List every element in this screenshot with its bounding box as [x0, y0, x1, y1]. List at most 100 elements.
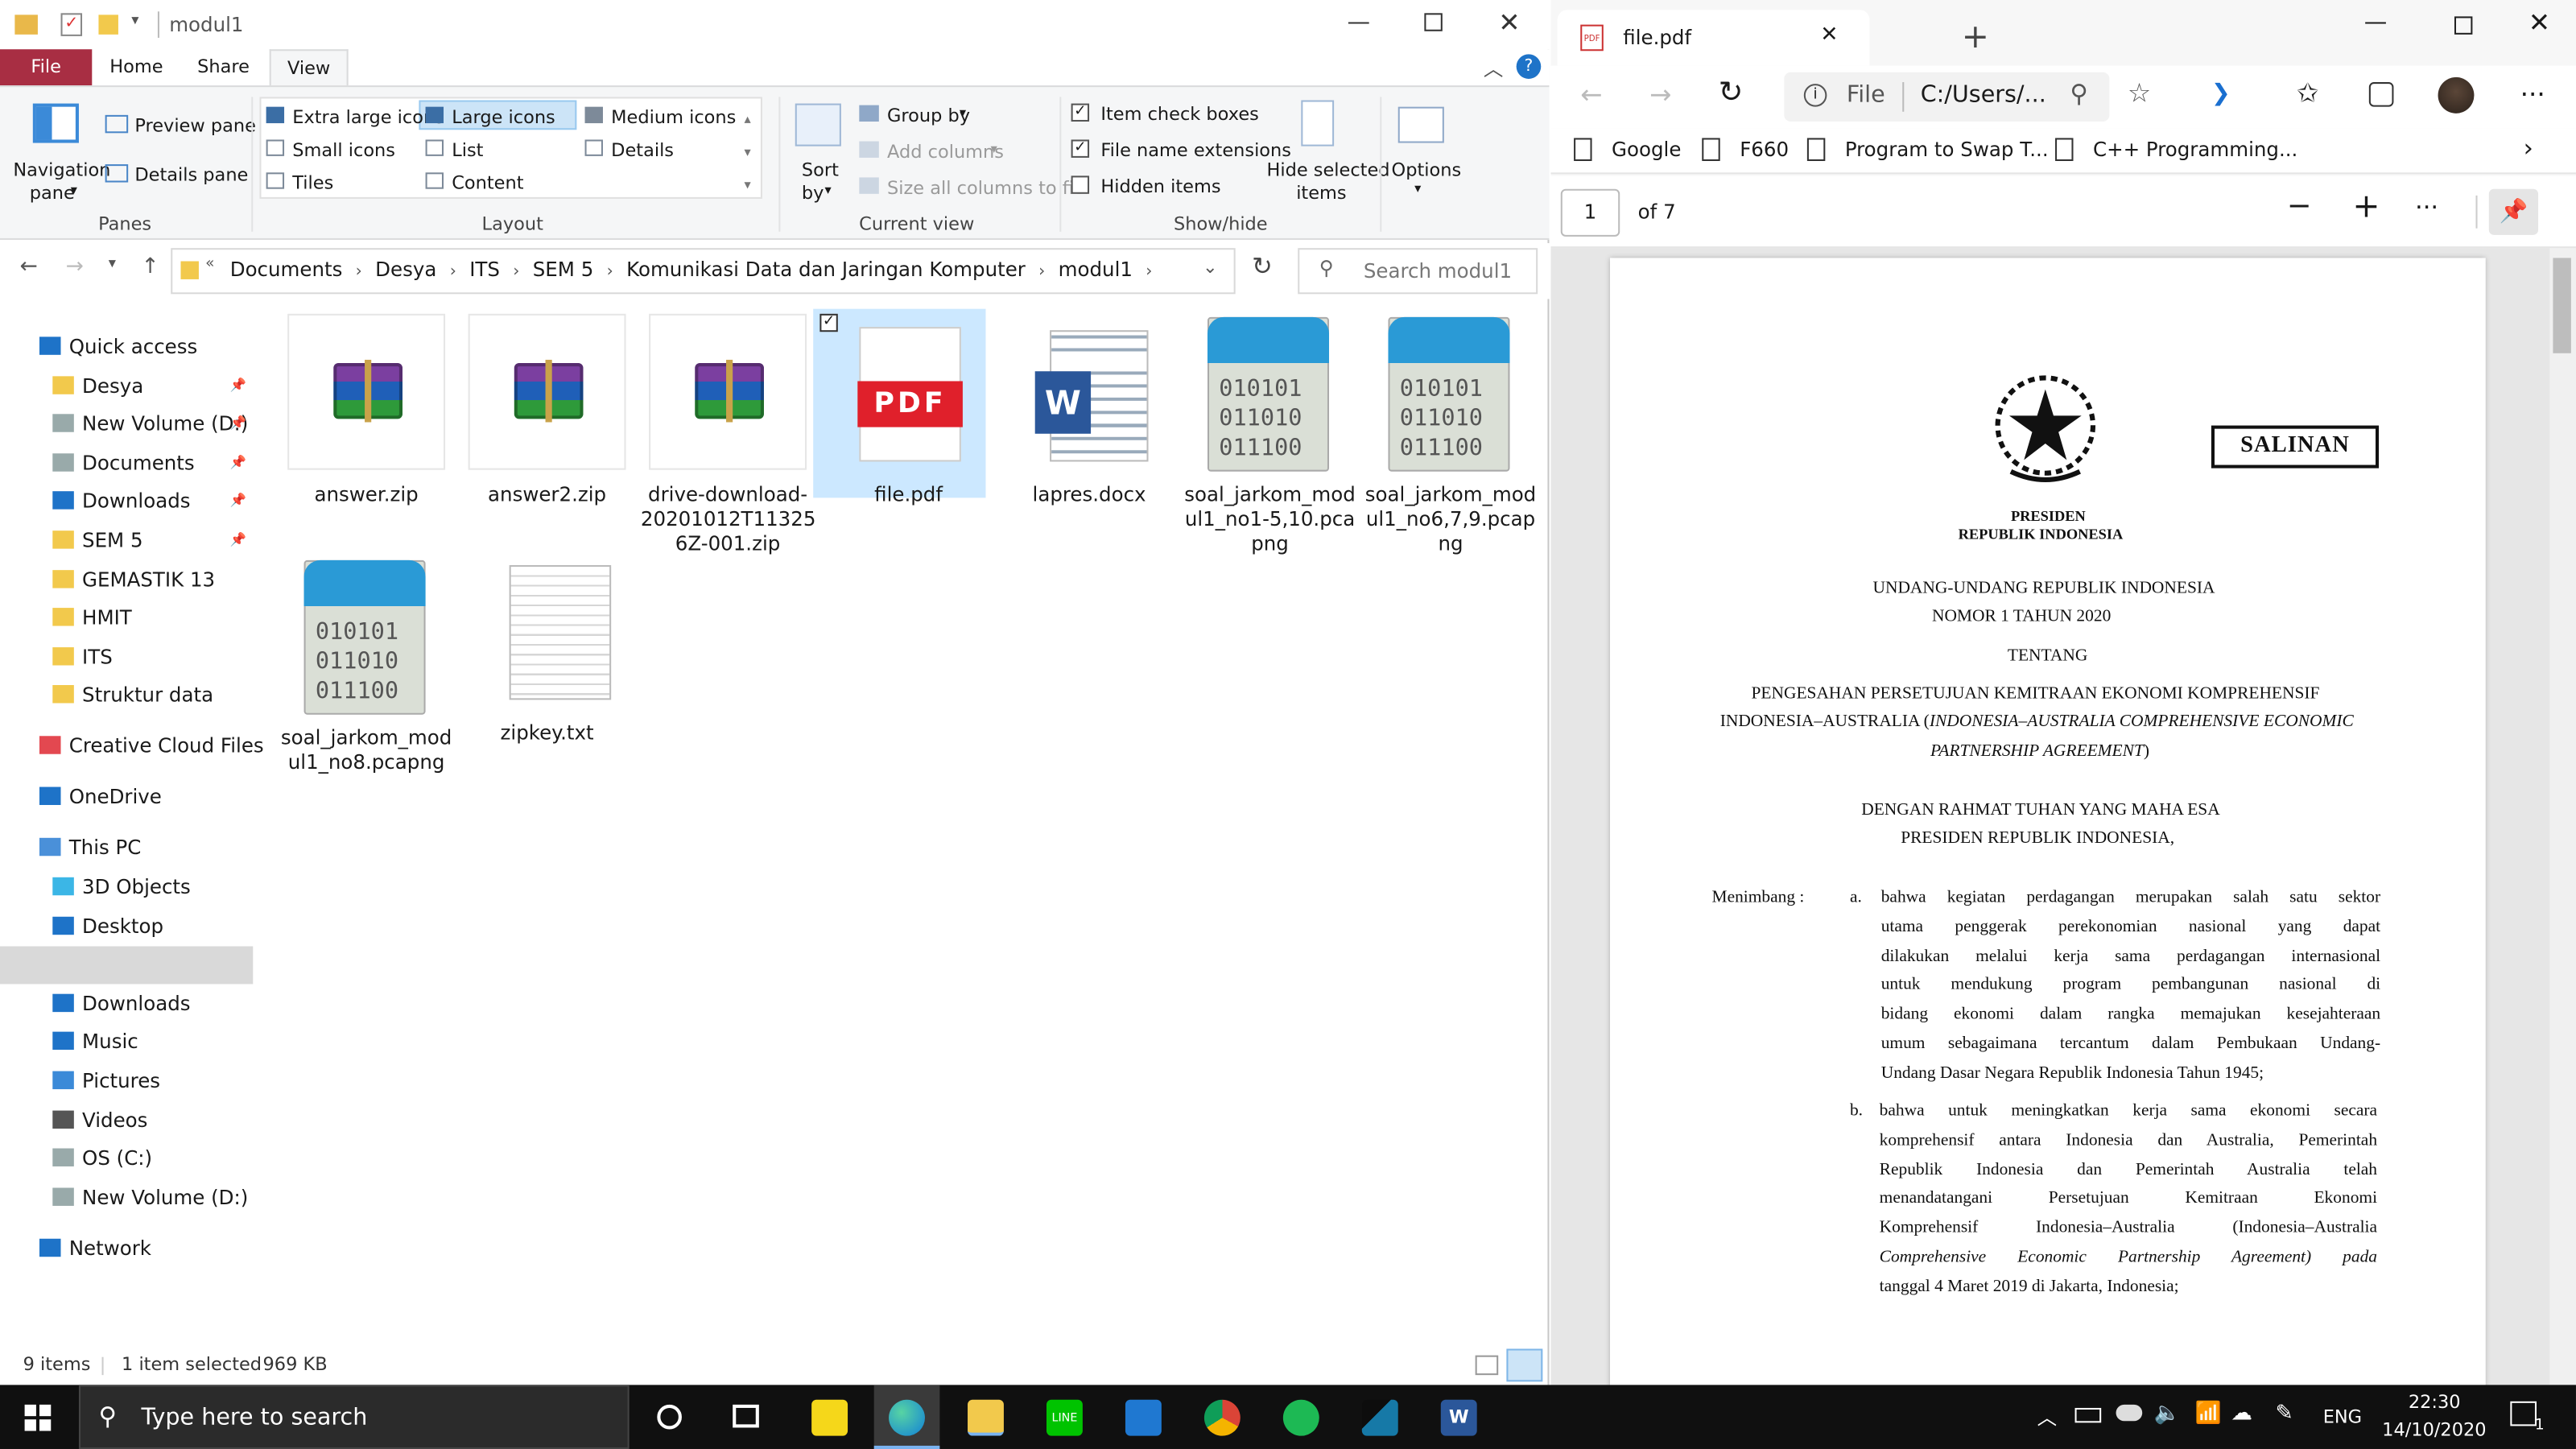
layout-content[interactable]: Content	[452, 172, 523, 194]
group-by-dropdown-icon[interactable]: ▾	[960, 105, 966, 120]
sort-dropdown-icon[interactable]: ▾	[824, 183, 831, 197]
collections-icon[interactable]	[2368, 82, 2394, 107]
favorite-google[interactable]: Google	[1612, 138, 1681, 161]
nav-quick-item[interactable]: Desya 📌	[0, 367, 246, 403]
back-button[interactable]: ←	[19, 254, 37, 279]
nav-pc-item[interactable]: Pictures	[0, 1063, 246, 1099]
nav-pc-item[interactable]: New Volume (D:)	[0, 1179, 248, 1216]
nav-pc-item[interactable]: 3D Objects	[0, 869, 246, 906]
address-dropdown-icon[interactable]: ⌄	[1203, 256, 1218, 278]
chevron-right-icon[interactable]: ›	[607, 263, 613, 281]
onedrive-tray-icon[interactable]	[2116, 1404, 2143, 1422]
nav-quick-access[interactable]: Quick access	[0, 328, 246, 365]
zoom-in-button[interactable]: +	[2352, 186, 2380, 225]
profile-avatar[interactable]	[2438, 76, 2475, 114]
tab-view[interactable]: View	[269, 49, 349, 88]
nav-quick-item[interactable]: SEM 5 📌	[0, 522, 246, 559]
file-item[interactable]: zipkey.txt	[469, 557, 626, 803]
hide-selected-icon[interactable]	[1301, 100, 1335, 147]
cloud-upload-icon[interactable]: ☁	[2231, 1402, 2252, 1426]
cortana-icon[interactable]	[657, 1404, 682, 1430]
chevron-right-icon[interactable]: ›	[356, 263, 362, 281]
pdf-viewer[interactable]: PRESIDEN REPUBLIK INDONESIA SALINAN UNDA…	[1550, 248, 2576, 1392]
file-explorer-taskbar-icon[interactable]	[968, 1399, 1004, 1436]
file-name-extensions-label[interactable]: File name extensions	[1100, 139, 1291, 161]
file-item[interactable]: ✓ PDF file.pdf	[813, 308, 988, 560]
hidden-items-label[interactable]: Hidden items	[1100, 175, 1220, 197]
chevron-right-icon[interactable]: ›	[1146, 263, 1152, 281]
extension-icon[interactable]: ❯	[2211, 80, 2231, 107]
pin-toolbar-icon[interactable]: 📌	[2488, 188, 2539, 235]
hide-selected-label[interactable]: Hide selected	[1266, 159, 1389, 181]
layout-list[interactable]: List	[452, 139, 483, 161]
spotify-icon[interactable]	[1282, 1399, 1319, 1436]
item-check-boxes-label[interactable]: Item check boxes	[1100, 104, 1259, 126]
layout-small-icons[interactable]: Small icons	[292, 139, 395, 161]
options-dropdown-icon[interactable]: ▾	[1414, 180, 1421, 195]
file-item[interactable]: 010101 011010 011100 soal_jarkom_mod ul1_no6…	[1365, 314, 1536, 560]
tab-file[interactable]: File	[0, 49, 93, 86]
up-button[interactable]: ↑	[142, 254, 159, 279]
page-number-input[interactable]: 1	[1560, 188, 1620, 237]
nav-creative-cloud[interactable]: Creative Cloud Files	[0, 728, 264, 764]
nav-pc-item[interactable]: Desktop	[0, 908, 246, 944]
collapse-ribbon-icon[interactable]: ︿	[1484, 54, 1504, 82]
layout-tiles[interactable]: Tiles	[292, 172, 333, 194]
sticky-notes-icon[interactable]	[811, 1399, 848, 1436]
clock-time[interactable]: 22:30	[2409, 1392, 2461, 1414]
nav-onedrive[interactable]: OneDrive	[0, 778, 246, 815]
chevron-right-icon[interactable]: ›	[450, 263, 456, 281]
nav-quick-item[interactable]: New Volume (D:) 📌	[0, 406, 248, 442]
nav-network[interactable]: Network	[0, 1231, 246, 1267]
task-view-icon[interactable]	[733, 1404, 759, 1428]
refresh-button[interactable]: ↻	[1252, 251, 1273, 281]
nav-this-pc[interactable]: This PC	[0, 830, 246, 866]
details-view-toggle-icon[interactable]	[1475, 1355, 1499, 1376]
breadcrumb-item[interactable]: Documents	[230, 258, 343, 281]
file-item[interactable]: answer2.zip	[468, 313, 626, 560]
maximize-button[interactable]	[1424, 13, 1443, 31]
layout-medium-icons[interactable]: Medium icons	[611, 107, 736, 129]
nav-pc-item[interactable]: Videos	[0, 1102, 246, 1138]
group-by-button[interactable]: Group by	[887, 105, 970, 127]
navigation-pane-label[interactable]: Navigation	[13, 159, 110, 181]
maximize-button[interactable]	[2454, 16, 2473, 35]
details-pane-button[interactable]: Details pane	[134, 164, 248, 186]
navigation-pane-icon[interactable]	[32, 103, 79, 143]
nav-quick-item[interactable]: HMIT	[0, 600, 246, 636]
sort-by-label-2[interactable]: by	[802, 183, 824, 204]
nav-quick-item[interactable]: ITS	[0, 638, 246, 675]
minimize-button[interactable]: —	[2364, 10, 2388, 36]
sort-by-label[interactable]: Sort	[802, 159, 839, 181]
network-icon[interactable]: 📶	[2195, 1402, 2222, 1426]
favorite-program-swap[interactable]: Program to Swap T...	[1845, 138, 2049, 161]
nav-pc-item[interactable]: Music	[0, 1024, 246, 1060]
pdf-scrollbar-thumb[interactable]	[2553, 258, 2571, 353]
nav-pc-item[interactable]: Downloads	[0, 985, 246, 1022]
recent-dropdown-icon[interactable]: ▾	[109, 256, 116, 272]
word-icon[interactable]: W	[1440, 1399, 1477, 1436]
breadcrumb-item[interactable]: modul1	[1059, 258, 1133, 281]
navigation-pane-label-2[interactable]: pane	[30, 183, 75, 204]
pen-icon[interactable]: ✎	[2276, 1402, 2293, 1426]
input-language[interactable]: ENG	[2323, 1406, 2362, 1428]
file-checkbox[interactable]: ✓	[819, 313, 838, 332]
breadcrumb-item[interactable]: Desya	[375, 258, 436, 281]
file-item[interactable]: 010101 011010 011100 soal_jarkom_mod ul1_no1…	[1184, 314, 1356, 560]
size-all-columns-button[interactable]: Size all columns to fit	[887, 177, 1081, 199]
url-text[interactable]: C:/Users/...	[1921, 82, 2046, 109]
preview-pane-button[interactable]: Preview pane	[134, 115, 256, 137]
chrome-icon[interactable]	[1203, 1399, 1241, 1436]
qat-dropdown-icon[interactable]: ▾	[131, 13, 138, 29]
start-button-icon[interactable]	[24, 1404, 52, 1431]
chevron-right-icon[interactable]: ›	[1038, 263, 1045, 281]
hidden-items-checkbox[interactable]	[1071, 175, 1090, 194]
tab-home[interactable]: Home	[95, 49, 177, 85]
taskbar-search-input[interactable]: Type here to search	[142, 1405, 368, 1431]
properties-icon[interactable]: ✓	[60, 13, 83, 36]
nav-quick-item[interactable]: Downloads 📌	[0, 484, 246, 520]
favorite-star-icon[interactable]: ☆	[2128, 77, 2151, 109]
layout-details[interactable]: Details	[611, 139, 674, 161]
file-item[interactable]: answer.zip	[287, 313, 446, 560]
minimize-button[interactable]: —	[1347, 10, 1370, 36]
